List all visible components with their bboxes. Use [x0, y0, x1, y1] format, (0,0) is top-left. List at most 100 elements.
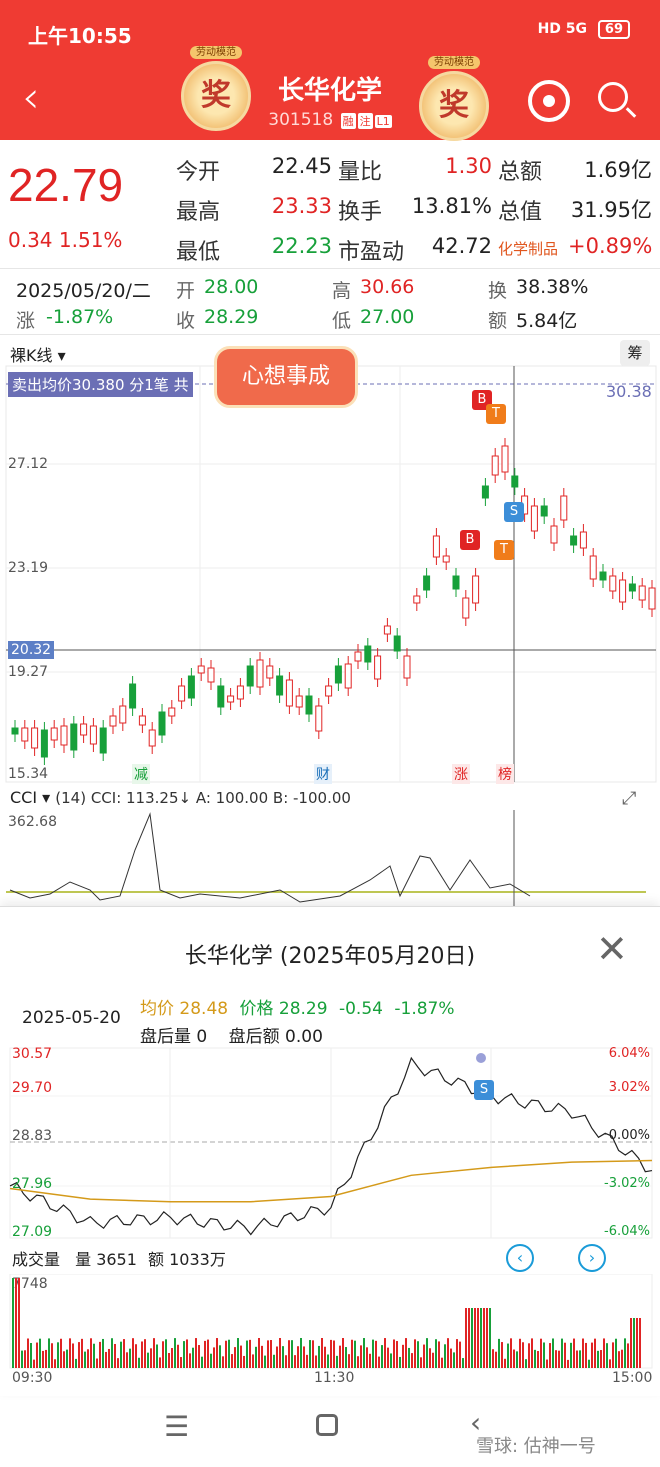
kline-type-selector[interactable]: 裸K线 ▾	[10, 342, 66, 366]
volume-bar	[234, 1347, 236, 1368]
popup-change: -0.54	[338, 999, 383, 1019]
candle-body	[50, 727, 58, 741]
next-day-button[interactable]: ›	[578, 1244, 606, 1272]
signal-buy[interactable]: B	[460, 530, 480, 550]
volume-bar	[369, 1353, 371, 1368]
volume-bar	[237, 1338, 239, 1368]
volume-bar	[621, 1349, 623, 1368]
volume-bar	[303, 1346, 305, 1368]
volume-bar	[384, 1338, 386, 1368]
volume-bar	[285, 1355, 287, 1368]
intraday-chart[interactable]	[0, 1046, 660, 1246]
candle-body	[31, 727, 39, 749]
prev-day-button[interactable]: ‹	[506, 1244, 534, 1272]
volume-bar	[363, 1338, 365, 1368]
volume-bar	[426, 1338, 428, 1368]
search-icon[interactable]	[598, 82, 628, 112]
y-left-label: 28.83	[12, 1128, 53, 1144]
volume-bar	[159, 1357, 161, 1368]
volume-bar	[474, 1308, 476, 1368]
volume-bar	[321, 1338, 323, 1368]
expand-icon[interactable]: ⤢	[622, 788, 636, 809]
volume-bar	[222, 1356, 224, 1368]
volume-bar	[216, 1338, 218, 1368]
label-open: 今开	[176, 160, 221, 185]
candle-body	[364, 645, 372, 663]
volume-bar	[327, 1354, 329, 1368]
candle-body	[344, 663, 352, 689]
volume-bar	[231, 1354, 233, 1368]
value-low: 22.23	[271, 234, 332, 258]
volume-bar	[612, 1342, 614, 1368]
marker-finance[interactable]: 财	[314, 764, 332, 784]
volume-bar	[279, 1338, 281, 1368]
volume-bar	[270, 1340, 272, 1368]
value-turnover: 13.81%	[411, 194, 492, 218]
volume-bar	[360, 1345, 362, 1368]
volume-bar	[525, 1359, 527, 1368]
volume-bar	[591, 1342, 593, 1368]
volume-bar	[558, 1350, 560, 1368]
volume-bar	[420, 1357, 422, 1368]
volume-bar	[438, 1341, 440, 1368]
volume-bar	[402, 1344, 404, 1368]
y-right-label: 0.00%	[608, 1128, 650, 1143]
marker-board[interactable]: 榜	[496, 764, 514, 784]
volume-bar	[615, 1338, 617, 1368]
volume-bar	[411, 1353, 413, 1368]
signal-sell[interactable]: S	[474, 1080, 494, 1100]
volume-bar	[618, 1351, 620, 1368]
bar-date: 2025/05/20/二	[16, 280, 151, 302]
volume-bar	[243, 1355, 245, 1368]
tag-margin: 融	[340, 113, 356, 129]
price-change: 0.34 1.51%	[8, 228, 122, 252]
volume-bar	[570, 1342, 572, 1368]
candle-body	[256, 659, 264, 688]
home-icon[interactable]	[316, 1414, 338, 1436]
candle-body	[80, 723, 88, 736]
signal-t[interactable]: T	[494, 540, 514, 560]
bar-open: 28.00	[204, 276, 259, 298]
candle-body	[491, 455, 499, 476]
value-market-cap: 31.95亿	[570, 198, 652, 222]
menu-icon[interactable]: ☰	[164, 1410, 189, 1443]
close-icon[interactable]: ✕	[596, 930, 628, 968]
assistant-icon[interactable]	[528, 80, 570, 122]
volume-bar	[87, 1349, 89, 1368]
volume-bar	[486, 1308, 488, 1368]
marker-reduce[interactable]: 减	[132, 764, 150, 784]
candle-body	[60, 725, 68, 746]
bar-low: 27.00	[360, 306, 415, 328]
signal-sell[interactable]: S	[504, 502, 524, 522]
candle-body	[119, 705, 127, 724]
chip-distribution-button[interactable]: 筹	[620, 340, 650, 366]
y-left-label: 29.70	[12, 1080, 53, 1096]
volume-bar	[51, 1343, 53, 1368]
volume-bar	[348, 1354, 350, 1368]
volume-bar	[282, 1346, 284, 1368]
bar-change: -1.87%	[46, 306, 114, 328]
bar-amount: 5.84亿	[516, 310, 578, 332]
candle-body	[511, 475, 519, 488]
volume-bar	[138, 1357, 140, 1368]
sector-name[interactable]: 化学制品	[498, 238, 558, 259]
volume-bar	[84, 1351, 86, 1368]
volume-bar	[204, 1340, 206, 1368]
volume-bar	[156, 1344, 158, 1368]
label-amount: 总额	[498, 160, 543, 185]
volume-bar	[324, 1346, 326, 1368]
volume-bar	[36, 1342, 38, 1368]
cci-indicator-row[interactable]: CCI ▾ (14) CCI: 113.25↓ A: 100.00 B: -10…	[10, 788, 351, 807]
popup-change-pct: -1.87%	[394, 999, 455, 1019]
volume-bar	[600, 1350, 602, 1368]
volume-bar	[450, 1348, 452, 1368]
volume-bar	[108, 1348, 110, 1368]
volume-bar	[60, 1338, 62, 1368]
volume-bar	[636, 1318, 638, 1368]
volume-bar	[417, 1341, 419, 1368]
volume-bar	[264, 1355, 266, 1368]
signal-t[interactable]: T	[486, 404, 506, 424]
label-pe: 市盈动	[338, 240, 405, 265]
volume-bar	[180, 1357, 182, 1368]
marker-limit-up[interactable]: 涨	[452, 764, 470, 784]
